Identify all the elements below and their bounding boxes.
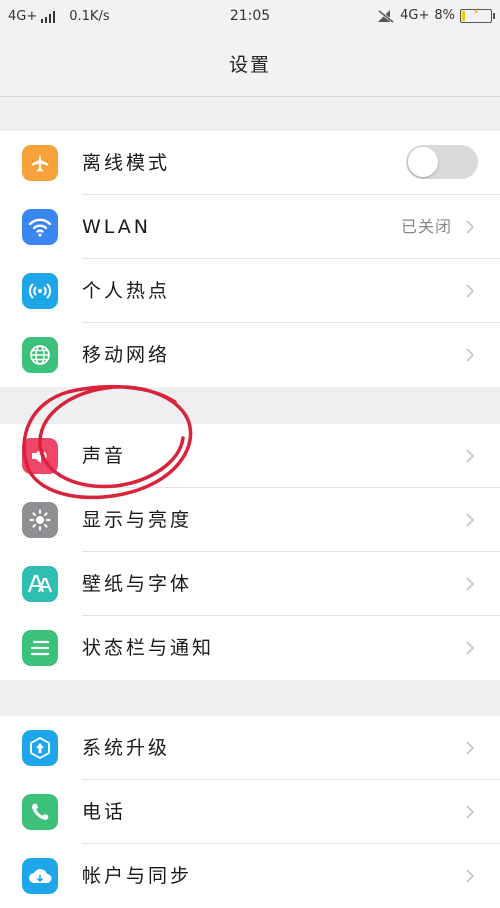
hotspot-icon — [22, 273, 58, 309]
chevron-right-icon — [466, 513, 475, 527]
settings-item-label: 电话 — [82, 801, 127, 823]
settings-item-sound[interactable]: 声音 — [0, 424, 500, 488]
settings-item-hotspot[interactable]: 个人热点 — [0, 259, 500, 323]
settings-item-label: 壁纸与字体 — [82, 573, 193, 595]
font-icon — [22, 566, 58, 602]
network-type-right: 4G+ — [400, 8, 430, 23]
chevron-right-icon — [466, 805, 475, 819]
settings-item-system-upgrade[interactable]: 系统升级 — [0, 716, 500, 780]
settings-item-label: 状态栏与通知 — [82, 637, 215, 659]
wifi-icon — [22, 209, 58, 245]
settings-item-label: 离线模式 — [82, 152, 171, 174]
wlan-status-value: 已关闭 — [400, 217, 452, 236]
settings-item-label: WLAN — [82, 216, 152, 238]
battery-icon: ⚡ — [460, 7, 495, 23]
settings-group-system: 系统升级 电话 帐户与同步 — [0, 716, 500, 908]
settings-item-label: 移动网络 — [82, 344, 171, 366]
settings-item-wlan[interactable]: WLAN 已关闭 — [0, 195, 500, 259]
speaker-icon — [22, 438, 58, 474]
airplane-icon — [22, 145, 58, 181]
settings-item-mobile-network[interactable]: 移动网络 — [0, 323, 500, 387]
page-title: 设置 — [0, 34, 500, 97]
chevron-right-icon — [466, 577, 475, 591]
chevron-right-icon — [466, 869, 475, 883]
status-bar: 4G+ 0.1K/s 21:05 4G+ 8% ⚡ — [0, 0, 500, 34]
settings-item-label: 系统升级 — [82, 737, 171, 759]
chevron-right-icon — [466, 641, 475, 655]
chevron-right-icon — [466, 741, 475, 755]
settings-item-accounts-sync[interactable]: 帐户与同步 — [0, 844, 500, 908]
settings-item-label: 声音 — [82, 445, 127, 467]
upgrade-icon — [22, 730, 58, 766]
battery-percent: 8% — [434, 8, 455, 23]
globe-icon — [22, 337, 58, 373]
settings-item-label: 显示与亮度 — [82, 509, 193, 531]
settings-item-phone[interactable]: 电话 — [0, 780, 500, 844]
phone-icon — [22, 794, 58, 830]
settings-item-statusbar-notification[interactable]: 状态栏与通知 — [0, 616, 500, 680]
airplane-mode-toggle[interactable] — [406, 145, 478, 179]
brightness-icon — [22, 502, 58, 538]
chevron-right-icon — [466, 348, 475, 362]
settings-item-wallpaper-font[interactable]: 壁纸与字体 — [0, 552, 500, 616]
settings-item-label: 个人热点 — [82, 280, 171, 302]
settings-group-display: 声音 显示与亮度 壁纸与字体 状态栏与通知 — [0, 424, 500, 680]
chevron-right-icon — [466, 449, 475, 463]
settings-item-airplane-mode[interactable]: 离线模式 — [0, 131, 500, 195]
settings-item-label: 帐户与同步 — [82, 865, 193, 887]
settings-item-display-brightness[interactable]: 显示与亮度 — [0, 488, 500, 552]
muted-signal-icon — [378, 9, 395, 23]
settings-group-connectivity: 离线模式 WLAN 已关闭 个人热点 移动网络 — [0, 131, 500, 387]
notification-icon — [22, 630, 58, 666]
chevron-right-icon — [466, 220, 475, 234]
chevron-right-icon — [466, 284, 475, 298]
